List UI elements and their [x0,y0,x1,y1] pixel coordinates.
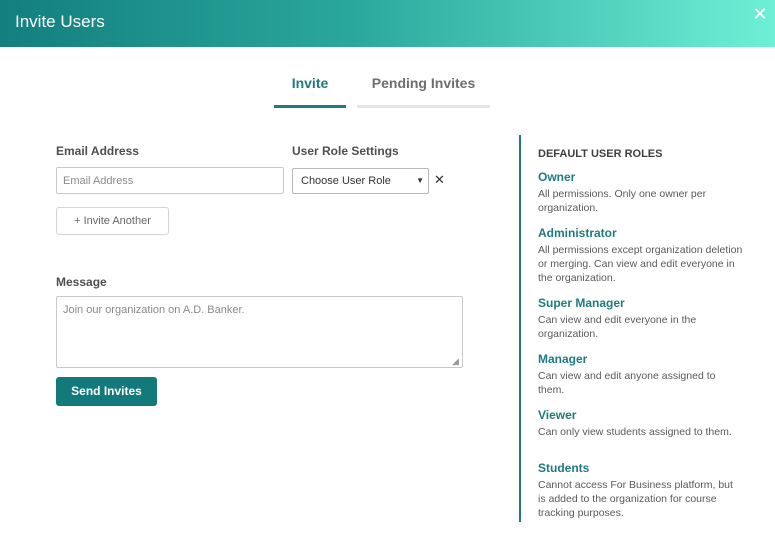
role-name: Owner [538,170,576,184]
dialog-header: Invite Users ✕ [0,0,775,47]
role-name: Students [538,461,590,475]
role-description: Cannot access For Business platform, but… [538,479,733,519]
role-super-manager: Super Manager Can view and edit everyone… [538,295,743,341]
close-icon[interactable]: ✕ [750,4,770,24]
tab-pending-invites[interactable]: Pending Invites [357,72,490,108]
role-administrator: Administrator All permissions except org… [538,225,743,285]
invite-users-dialog: Invite Users ✕ Invite Pending Invites Em… [0,0,775,559]
role-description: All permissions except organization dele… [538,244,743,284]
default-user-roles-panel: DEFAULT USER ROLES Owner All permissions… [519,135,759,522]
role-description: Can view and edit anyone assigned to the… [538,370,716,396]
dialog-title: Invite Users [15,12,105,31]
user-role-select[interactable]: Choose User Role ▼ [292,168,429,194]
remove-invite-icon[interactable]: ✕ [434,173,445,187]
role-description: Can only view students assigned to them. [538,426,732,438]
role-manager: Manager Can view and edit anyone assigne… [538,351,743,397]
role-name: Super Manager [538,296,625,310]
role-name: Manager [538,352,588,366]
role-viewer: Viewer Can only view students assigned t… [538,407,743,439]
role-owner: Owner All permissions. Only one owner pe… [538,169,743,215]
resize-grip-icon[interactable]: ◢ [452,357,459,366]
roles-heading: DEFAULT USER ROLES [538,148,663,160]
email-address-label: Email Address [56,144,139,158]
send-invites-button[interactable]: Send Invites [56,377,157,406]
caret-down-icon: ▼ [416,176,424,185]
role-description: All permissions. Only one owner per orga… [538,188,707,214]
role-name: Administrator [538,226,617,240]
user-role-settings-label: User Role Settings [292,144,399,158]
role-students: Students Cannot access For Business plat… [538,460,743,520]
role-name: Viewer [538,408,577,422]
tab-bar: Invite Pending Invites [0,72,775,112]
message-textarea[interactable] [56,296,463,368]
tab-invite[interactable]: Invite [274,72,346,108]
invite-another-button[interactable]: + Invite Another [56,207,169,235]
role-description: Can view and edit everyone in the organi… [538,314,697,340]
user-role-select-value: Choose User Role [301,175,391,187]
message-label: Message [56,275,107,289]
email-input[interactable] [56,167,284,194]
